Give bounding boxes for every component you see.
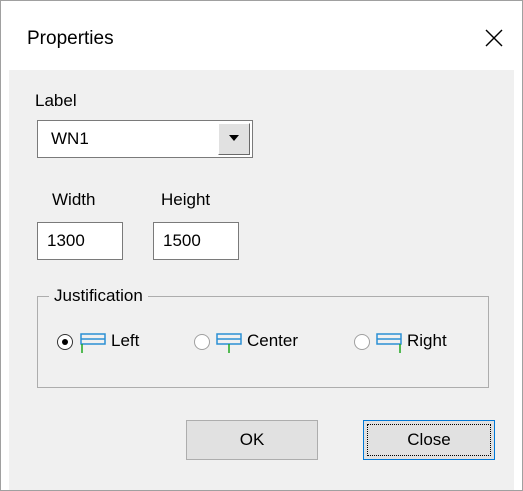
close-icon[interactable] <box>479 23 509 53</box>
radio-right-label: Right <box>407 331 447 350</box>
radio-center-label: Center <box>247 331 299 350</box>
close-button[interactable]: Close <box>363 420 495 460</box>
label-combobox-value: WN1 <box>51 129 89 148</box>
justify-left-icon <box>80 333 106 353</box>
ok-button[interactable]: OK <box>186 420 318 460</box>
label-caption: Label <box>35 91 77 110</box>
radio-left[interactable] <box>57 334 73 350</box>
width-label: Width <box>52 190 96 209</box>
chevron-down-icon <box>229 135 239 141</box>
height-field[interactable]: 1500 <box>153 222 239 260</box>
dialog-title: Properties <box>27 28 114 49</box>
justification-title: Justification <box>49 286 148 306</box>
combobox-dropdown-button[interactable] <box>218 123 250 155</box>
dialog-body: Label WN1 Width Height 1300 1500 Justifi… <box>9 70 514 490</box>
height-label: Height <box>161 190 211 209</box>
radio-dot <box>62 339 68 345</box>
properties-dialog: Properties Label WN1 Width Height 1300 1… <box>0 0 523 491</box>
label-combobox[interactable]: WN1 <box>37 120 253 158</box>
radio-left-label: Left <box>111 331 140 350</box>
radio-right[interactable] <box>354 334 370 350</box>
justify-center-icon <box>216 333 242 353</box>
radio-center[interactable] <box>194 334 210 350</box>
focus-rectangle <box>367 424 491 456</box>
width-field[interactable]: 1300 <box>37 222 123 260</box>
justify-right-icon <box>376 333 402 353</box>
